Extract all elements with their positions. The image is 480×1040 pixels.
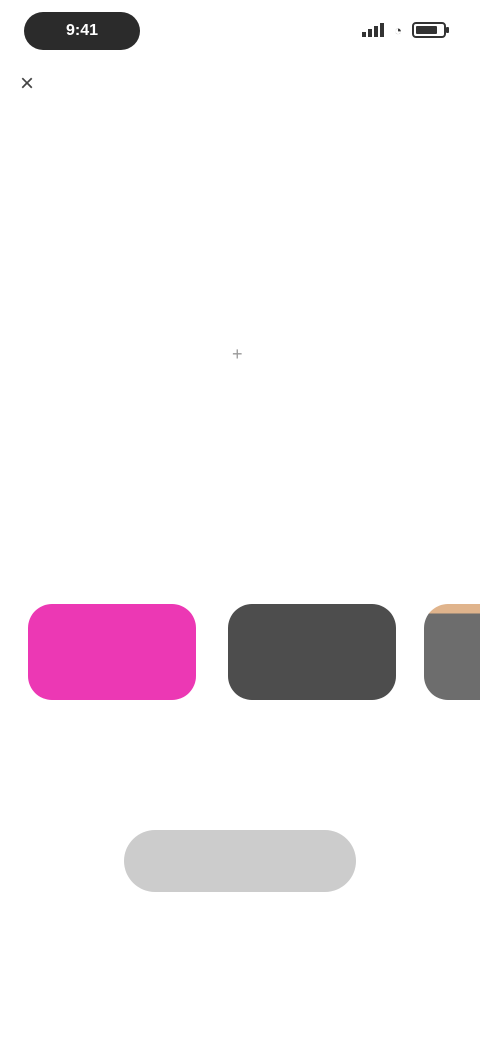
top-nav: × <box>0 64 480 104</box>
battery-icon <box>412 22 449 38</box>
status-icons: ◔ <box>362 18 449 42</box>
primary-button[interactable] <box>124 830 356 892</box>
close-icon[interactable]: × <box>20 70 34 98</box>
wifi-icon: ◔ <box>394 22 402 38</box>
suggestion-card-1[interactable] <box>28 592 196 782</box>
suggestion-card-2[interactable] <box>228 592 396 782</box>
suggestion-card-3[interactable] <box>424 592 480 782</box>
plus-icon: + <box>232 344 243 364</box>
empty-state[interactable]: + <box>0 300 480 460</box>
card-thumbnail <box>424 604 480 700</box>
status-bar: 9:41 ◔ <box>0 0 480 60</box>
status-time: 9:41 <box>24 12 140 50</box>
card-thumbnail <box>28 604 196 700</box>
signal-icon <box>362 23 385 37</box>
suggestion-carousel[interactable] <box>0 592 480 792</box>
card-thumbnail <box>228 604 396 700</box>
